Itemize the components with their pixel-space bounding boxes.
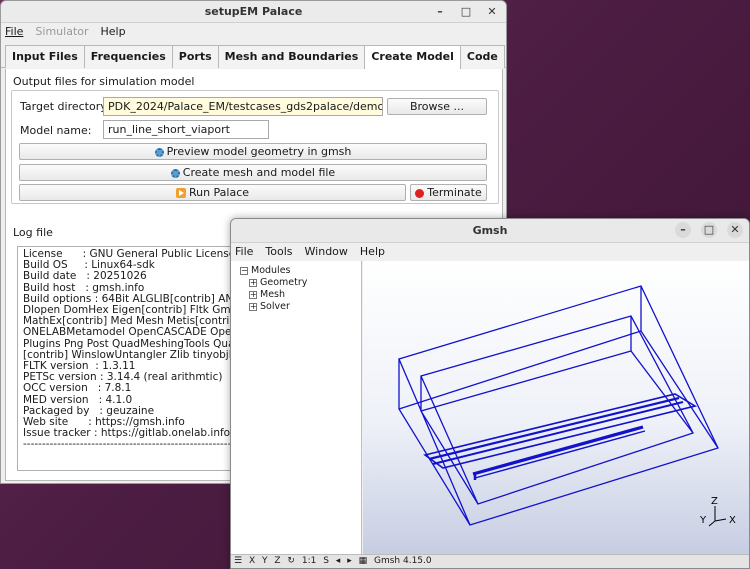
axis-z-label: Z <box>711 496 718 507</box>
preview-geometry-button[interactable]: Preview model geometry in gmsh <box>19 143 487 160</box>
expand-icon[interactable]: + <box>249 278 257 287</box>
expand-icon[interactable]: + <box>249 302 257 311</box>
tab-code[interactable]: Code <box>459 45 505 68</box>
axis-y-label: Y <box>699 515 707 526</box>
model-name-label: Model name: <box>20 124 92 137</box>
log-file-label: Log file <box>13 226 53 239</box>
run-palace-label: Run Palace <box>188 186 250 199</box>
tab-frequencies[interactable]: Frequencies <box>83 45 173 68</box>
tab-ports[interactable]: Ports <box>171 45 219 68</box>
print-icon[interactable]: ▦ <box>359 556 368 566</box>
terminate-label: Terminate <box>427 186 482 199</box>
rotate-z-icon[interactable]: ↻ <box>287 556 295 566</box>
gmsh-menubar: File Tools Window Help <box>231 243 749 259</box>
tree-item-solver[interactable]: + Solver <box>249 301 290 312</box>
gmsh-statusbar: ☰ X Y Z ↻ 1:1 S ◂ ▸ ▦ Gmsh 4.15.0 <box>231 554 749 568</box>
nav-back-icon[interactable]: ◂ <box>336 556 341 566</box>
preview-geometry-label: Preview model geometry in gmsh <box>166 145 352 158</box>
setup-titlebar: setupEM Palace – □ ✕ <box>1 1 506 23</box>
browse-button[interactable]: Browse ... <box>387 98 487 115</box>
menu-simulator[interactable]: Simulator <box>35 25 88 38</box>
gmsh-menu-tools[interactable]: Tools <box>265 245 292 258</box>
signal-line <box>472 425 644 476</box>
inner-box-bottom <box>420 350 694 434</box>
view-y-button[interactable]: Y <box>262 556 268 566</box>
play-icon <box>175 188 186 198</box>
minimize-icon[interactable]: – <box>675 222 691 238</box>
module-tree: −Modules +Geometry +Mesh +Solver ✱ ▽ <box>231 261 362 555</box>
minimize-icon[interactable]: – <box>432 4 448 20</box>
tree-item-geometry[interactable]: + Geometry <box>249 277 307 288</box>
view-s-button[interactable]: S <box>323 556 329 566</box>
scale-1-1-button[interactable]: 1:1 <box>302 556 316 566</box>
menu-help[interactable]: Help <box>101 25 126 38</box>
gear-icon <box>170 168 180 178</box>
stop-icon <box>415 188 425 198</box>
gmsh-menu-window[interactable]: Window <box>305 245 348 258</box>
output-group-label: Output files for simulation model <box>13 75 195 88</box>
gmsh-titlebar: Gmsh – □ ✕ <box>231 219 749 243</box>
rotate-icon[interactable]: ☰ <box>234 556 242 566</box>
target-directory-label: Target directory: <box>20 100 110 113</box>
tab-bar: Input Files Frequencies Ports Mesh and B… <box>1 45 506 69</box>
tree-item-mesh[interactable]: + Mesh <box>249 289 285 300</box>
target-directory-input[interactable]: PDK_2024/Palace_EM/testcases_gds2palace/… <box>103 97 383 116</box>
model-name-input[interactable]: run_line_short_viaport <box>103 120 269 139</box>
tab-input-files[interactable]: Input Files <box>5 45 85 68</box>
tree-label-solver: Solver <box>260 301 290 312</box>
maximize-icon[interactable]: □ <box>701 222 717 238</box>
tab-create-model[interactable]: Create Model <box>364 45 461 69</box>
graphics-view[interactable]: Z Y X <box>363 261 749 555</box>
collapse-icon[interactable]: − <box>240 266 248 275</box>
setup-title: setupEM Palace <box>204 5 303 18</box>
expand-icon[interactable]: + <box>249 290 257 299</box>
gmsh-menu-file[interactable]: File <box>235 245 253 258</box>
tree-label-geometry: Geometry <box>260 277 308 288</box>
axis-triad: Z Y X <box>699 496 736 527</box>
terminate-button[interactable]: Terminate <box>410 184 487 201</box>
tree-label-mesh: Mesh <box>260 289 286 300</box>
gear-icon <box>154 147 164 157</box>
gmsh-version: Gmsh 4.15.0 <box>374 556 432 566</box>
setup-menubar: File Simulator Help <box>1 23 506 40</box>
view-z-button[interactable]: Z <box>274 556 280 566</box>
nav-forward-icon[interactable]: ▸ <box>347 556 352 566</box>
gmsh-menu-help[interactable]: Help <box>360 245 385 258</box>
close-icon[interactable]: ✕ <box>484 4 500 20</box>
tree-item-modules[interactable]: − Modules <box>240 265 291 276</box>
tab-mesh-boundaries[interactable]: Mesh and Boundaries <box>217 45 366 68</box>
create-mesh-label: Create mesh and model file <box>182 166 336 179</box>
close-icon[interactable]: ✕ <box>727 222 743 238</box>
menu-file[interactable]: File <box>5 25 23 38</box>
maximize-icon[interactable]: □ <box>458 4 474 20</box>
run-palace-button[interactable]: Run Palace <box>19 184 406 201</box>
tree-label-modules: Modules <box>251 265 291 276</box>
view-x-button[interactable]: X <box>249 556 255 566</box>
create-mesh-button[interactable]: Create mesh and model file <box>19 164 487 181</box>
gmsh-title: Gmsh <box>472 224 508 237</box>
axis-x-label: X <box>729 515 736 526</box>
gmsh-window: Gmsh – □ ✕ File Tools Window Help − Modul… <box>230 218 750 569</box>
geometry-wireframe: Z Y X <box>398 285 736 527</box>
